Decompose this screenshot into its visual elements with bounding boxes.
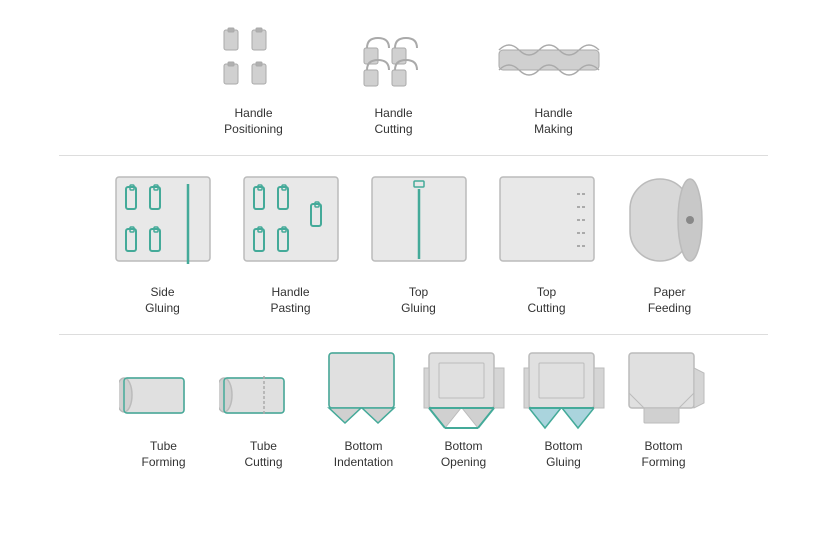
divider-2 [59, 334, 767, 335]
handle-positioning-icon [214, 20, 294, 100]
item-top-cutting: TopCutting [492, 169, 602, 316]
bottom-indentation-icon [319, 348, 409, 433]
handle-cutting-label: HandleCutting [374, 106, 412, 137]
tube-cutting-icon [219, 358, 309, 433]
item-paper-feeding: PaperFeeding [620, 169, 720, 316]
tube-cutting-label: TubeCutting [244, 439, 282, 470]
top-gluing-icon [364, 169, 474, 279]
top-cutting-label: TopCutting [527, 285, 565, 316]
item-bottom-gluing: BottomGluing [519, 348, 609, 470]
handle-making-icon [494, 20, 614, 100]
item-tube-forming: TubeForming [119, 358, 209, 470]
handle-cutting-icon [354, 20, 434, 100]
bottom-forming-label: BottomForming [641, 439, 685, 470]
bottom-gluing-icon [519, 348, 609, 433]
handle-pasting-label: HandlePasting [270, 285, 310, 316]
paper-feeding-label: PaperFeeding [648, 285, 691, 316]
item-tube-cutting: TubeCutting [219, 358, 309, 470]
handle-positioning-label: HandlePositioning [224, 106, 283, 137]
item-handle-pasting: HandlePasting [236, 169, 346, 316]
bottom-gluing-label: BottomGluing [544, 439, 582, 470]
row-2: SideGluing HandlePasting [20, 169, 807, 316]
tube-forming-icon [119, 358, 209, 433]
bottom-opening-icon [419, 348, 509, 433]
side-gluing-icon [108, 169, 218, 279]
item-bottom-indentation: BottomIndentation [319, 348, 409, 470]
bottom-indentation-label: BottomIndentation [334, 439, 393, 470]
item-top-gluing: TopGluing [364, 169, 474, 316]
bottom-opening-label: BottomOpening [441, 439, 486, 470]
handle-making-label: HandleMaking [534, 106, 573, 137]
row-3: TubeForming TubeCutting [20, 348, 807, 470]
handle-pasting-icon [236, 169, 346, 279]
bottom-forming-icon [619, 348, 709, 433]
row-1: HandlePositioning HandleCutting [20, 20, 807, 137]
item-bottom-opening: BottomOpening [419, 348, 509, 470]
item-handle-making: HandleMaking [494, 20, 614, 137]
top-gluing-label: TopGluing [401, 285, 436, 316]
item-handle-positioning: HandlePositioning [214, 20, 294, 137]
item-side-gluing: SideGluing [108, 169, 218, 316]
item-handle-cutting: HandleCutting [354, 20, 434, 137]
paper-feeding-icon [620, 169, 720, 279]
divider-1 [59, 155, 767, 156]
top-cutting-icon [492, 169, 602, 279]
tube-forming-label: TubeForming [141, 439, 185, 470]
side-gluing-label: SideGluing [145, 285, 180, 316]
item-bottom-forming: BottomForming [619, 348, 709, 470]
